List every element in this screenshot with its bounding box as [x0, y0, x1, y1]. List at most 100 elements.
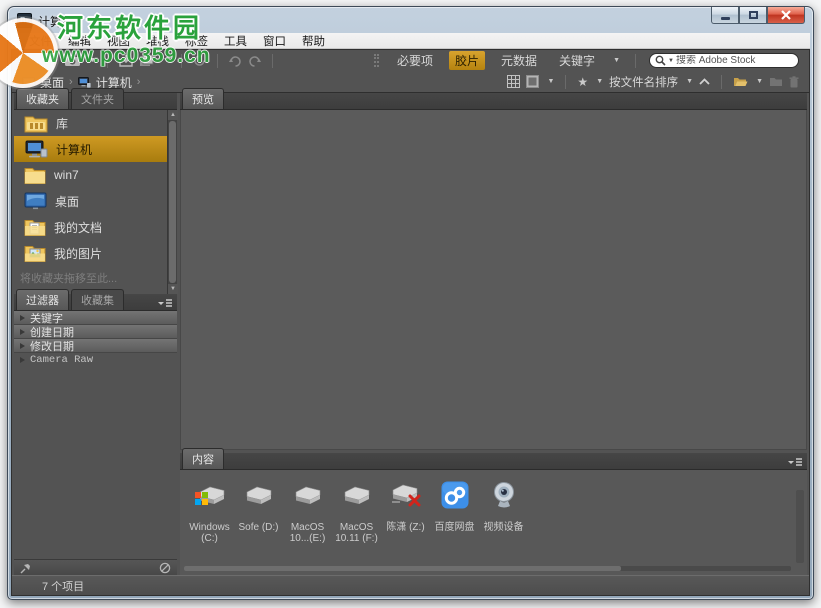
- rating-filter-star-icon[interactable]: ★: [577, 75, 588, 89]
- workspace-filmstrip[interactable]: 胶片: [449, 51, 485, 70]
- drive-item-macos-e[interactable]: MacOS 10...(E:): [284, 478, 331, 544]
- view-dropdown-arrow[interactable]: ▼: [547, 78, 554, 85]
- grid-view-icon[interactable]: [507, 75, 520, 88]
- clear-filter-icon[interactable]: [159, 562, 171, 574]
- toolbar-separator: [107, 54, 108, 68]
- bridge-workspace: ▼ ▼: [11, 49, 810, 596]
- favorites-item-computer[interactable]: 计算机: [14, 136, 177, 162]
- status-bar: 7 个项目: [12, 575, 809, 595]
- minimize-button[interactable]: [711, 7, 739, 24]
- filter-panel: 过滤器 收藏集 关键字 创建日期: [14, 294, 177, 575]
- drive-item-network-z[interactable]: 陈潇 (Z:): [382, 478, 429, 544]
- menu-label[interactable]: 标签: [177, 32, 216, 50]
- drive-item-baidu-netdisk[interactable]: 百度网盘: [431, 478, 478, 544]
- browse-stack-button[interactable]: [139, 54, 155, 67]
- toolbar-separator: [721, 75, 722, 89]
- disclosure-triangle-icon: [20, 343, 25, 349]
- workspace-keywords[interactable]: 关键字: [553, 51, 601, 70]
- hdd-icon: [244, 483, 274, 507]
- scroll-up-icon[interactable]: ▲: [168, 110, 178, 120]
- delete-trash-icon[interactable]: [789, 76, 799, 88]
- workspace-metadata[interactable]: 元数据: [495, 51, 543, 70]
- favorites-item-win7[interactable]: win7: [14, 162, 177, 188]
- favorites-item-label: 桌面: [55, 193, 79, 210]
- camera-dropdown-arrow[interactable]: ▼: [89, 57, 96, 64]
- drive-label: 陈潇 (Z:): [384, 522, 428, 533]
- new-folder-icon[interactable]: [769, 76, 783, 87]
- rotate-left-icon[interactable]: [229, 55, 242, 67]
- sort-dropdown-arrow[interactable]: ▼: [686, 78, 693, 85]
- search-scope-arrow[interactable]: ▼: [668, 58, 674, 64]
- disclosure-triangle-icon: [20, 357, 25, 363]
- drive-item-macos-f[interactable]: MacOS 10.11 (F:): [333, 478, 380, 544]
- menu-help[interactable]: 帮助: [294, 32, 333, 50]
- rotate-right-icon[interactable]: [248, 55, 261, 67]
- favorites-item-my-documents[interactable]: 我的文档: [14, 214, 177, 240]
- search-input[interactable]: [676, 55, 786, 66]
- tab-content[interactable]: 内容: [182, 448, 224, 469]
- drive-label: 百度网盘: [433, 522, 477, 533]
- content-tabstrip: 内容: [180, 453, 807, 470]
- content-panel-menu-icon[interactable]: [787, 457, 803, 467]
- toolbar-separator: [272, 54, 273, 68]
- tab-folders[interactable]: 文件夹: [71, 88, 124, 109]
- close-button[interactable]: [767, 7, 805, 24]
- favorites-item-desktop[interactable]: 桌面: [14, 188, 177, 214]
- open-folder-icon[interactable]: [733, 76, 748, 87]
- menu-view[interactable]: 视图: [99, 32, 138, 50]
- content-vertical-scrollbar[interactable]: [796, 490, 804, 563]
- drive-item-video-device[interactable]: 视频设备: [480, 478, 527, 544]
- hdd-icon: [342, 483, 372, 507]
- get-photos-from-camera-button[interactable]: [64, 54, 81, 67]
- workspace-menu-arrow[interactable]: ▼: [613, 57, 620, 64]
- drive-item-windows-c[interactable]: Windows (C:): [186, 478, 233, 544]
- window-title: 计算机: [38, 13, 74, 30]
- scroll-down-icon[interactable]: ▼: [168, 284, 178, 294]
- tab-favorites[interactable]: 收藏夹: [16, 88, 69, 109]
- refresh-icon[interactable]: [193, 54, 206, 67]
- tab-collections[interactable]: 收藏集: [71, 289, 124, 310]
- app-window: Br 计算机 文件 编辑 视图 堆栈 标签 工具 窗口 帮助: [7, 6, 814, 600]
- favorites-item-my-pictures[interactable]: 我的图片: [14, 240, 177, 266]
- bridge-app-icon: Br: [17, 13, 32, 28]
- content-horizontal-scrollbar[interactable]: [184, 566, 791, 571]
- maximize-icon: [749, 11, 758, 19]
- tab-filter[interactable]: 过滤器: [16, 289, 69, 310]
- main-toolbar: ▼ ▼: [12, 50, 809, 71]
- folder-dropdown-arrow[interactable]: ▼: [756, 78, 763, 85]
- favorites-item-label: 计算机: [56, 141, 92, 158]
- drive-list: Windows (C:) Sofe (D:) MacOS 10...(E:): [186, 478, 527, 544]
- drive-item-sofe-d[interactable]: Sofe (D:): [235, 478, 282, 544]
- toolbar-separator: [217, 54, 218, 68]
- filter-group-date-modified[interactable]: 修改日期: [14, 339, 177, 353]
- desktop-icon: [24, 192, 47, 210]
- tab-preview[interactable]: 预览: [182, 88, 224, 109]
- sort-ascending-icon[interactable]: [699, 78, 710, 85]
- drive-label: Windows (C:): [188, 522, 232, 544]
- scrollbar-thumb[interactable]: [169, 121, 176, 283]
- filter-panel-menu-icon[interactable]: [157, 298, 173, 308]
- favorites-scrollbar[interactable]: ▲ ▼: [167, 110, 177, 294]
- menu-file[interactable]: 文件: [21, 32, 60, 50]
- favorites-tabstrip: 收藏夹 文件夹: [14, 93, 177, 110]
- panels-area: 收藏夹 文件夹 库 计算机: [12, 93, 809, 575]
- keep-filter-pin-icon[interactable]: [20, 563, 31, 574]
- thumbnail-view-icon[interactable]: [526, 75, 539, 88]
- sort-order-label[interactable]: 按文件名排序: [609, 74, 678, 90]
- scrollbar-thumb[interactable]: [184, 566, 621, 571]
- documents-folder-icon: [24, 218, 46, 236]
- workspace-essentials[interactable]: 必要项: [391, 51, 439, 70]
- menu-tools[interactable]: 工具: [216, 32, 255, 50]
- filter-group-camera-raw[interactable]: Camera Raw: [14, 353, 177, 367]
- workspace-grip-handle[interactable]: [374, 54, 379, 67]
- rating-filter-arrow[interactable]: ▼: [596, 78, 603, 85]
- menu-edit[interactable]: 编辑: [60, 32, 99, 50]
- menu-window[interactable]: 窗口: [255, 32, 294, 50]
- menu-stacks[interactable]: 堆栈: [138, 32, 177, 50]
- stack-dropdown-arrow[interactable]: ▼: [163, 57, 170, 64]
- title-bar[interactable]: Br 计算机: [8, 7, 813, 33]
- maximize-button[interactable]: [739, 7, 767, 24]
- favorites-item-libraries[interactable]: 库: [14, 110, 177, 136]
- workspace-switcher: 必要项 胶片 元数据 关键字 ▼: [374, 52, 641, 69]
- import-button[interactable]: [119, 54, 133, 67]
